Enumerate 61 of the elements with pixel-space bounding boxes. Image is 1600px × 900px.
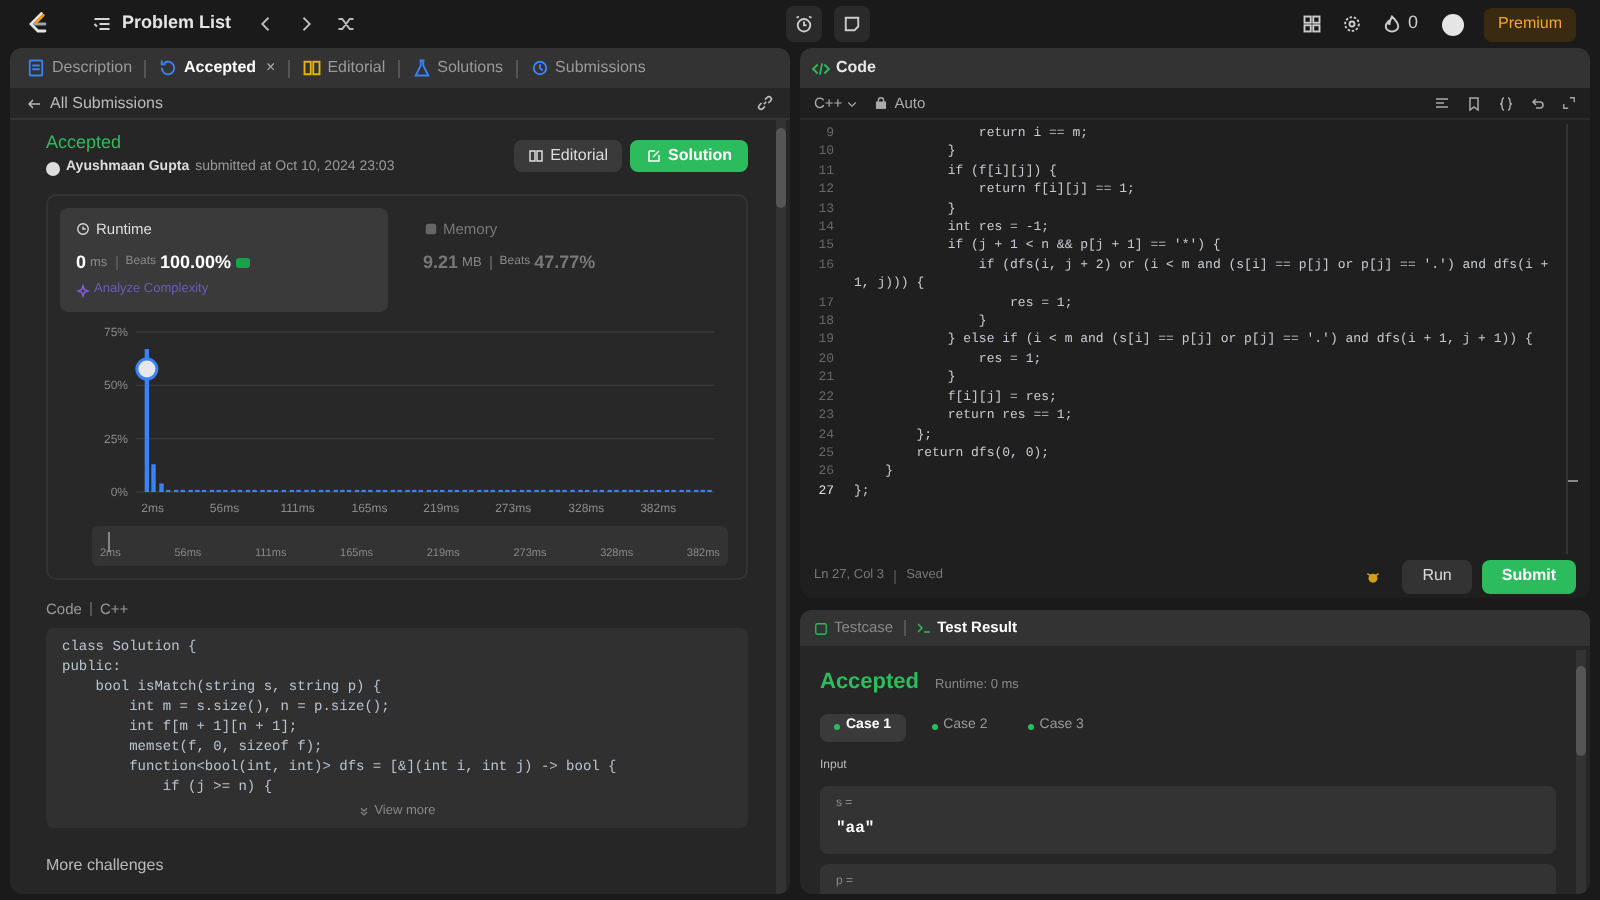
- scrollbar[interactable]: [1566, 124, 1578, 554]
- sparkle-icon: [76, 283, 90, 298]
- status-dot: [834, 724, 840, 730]
- input-value: "aa": [836, 817, 877, 841]
- align-icon: [1434, 95, 1450, 111]
- stat-value: 0: [76, 249, 87, 276]
- range-handle[interactable]: [108, 531, 110, 551]
- beats-value: 100.00%: [160, 249, 232, 276]
- book-icon: [528, 148, 545, 164]
- tab[interactable]: Description: [22, 56, 137, 80]
- panel-title: Code: [836, 56, 876, 80]
- clock-icon: [76, 221, 90, 236]
- arrow-left-icon: [26, 95, 42, 111]
- status-dot: [931, 724, 938, 730]
- bookmark-icon: [1466, 95, 1482, 111]
- grid-icon: [1301, 14, 1322, 34]
- expand-icon: [1562, 96, 1576, 110]
- terminal-icon: [915, 620, 932, 636]
- lock-icon: [874, 96, 889, 110]
- result-status: Accepted: [820, 668, 920, 698]
- stat-value: 9.21: [423, 249, 459, 276]
- chevrons-down-icon: [358, 805, 371, 818]
- premium-button[interactable]: Premium: [1484, 7, 1577, 41]
- flame-icon: [1381, 14, 1402, 34]
- note-icon: [842, 14, 863, 34]
- link-icon: [756, 94, 774, 112]
- all-submissions-link[interactable]: All Submissions: [50, 91, 163, 115]
- code-brackets-icon: [812, 59, 830, 77]
- braces-icon: [1498, 95, 1514, 111]
- tab[interactable]: Accepted ×: [154, 56, 280, 80]
- avatar[interactable]: [1442, 13, 1464, 35]
- tab[interactable]: Editorial: [297, 56, 390, 80]
- user-avatar: [46, 161, 60, 176]
- badge-icon: [235, 258, 250, 268]
- close-tab-button[interactable]: ×: [266, 56, 276, 80]
- status-dot: [1027, 724, 1034, 730]
- tab[interactable]: Solutions: [407, 56, 508, 80]
- tab[interactable]: Submissions: [525, 56, 650, 80]
- checkbox-icon: [814, 621, 828, 635]
- run-button[interactable]: Run: [1402, 559, 1472, 593]
- scrollbar[interactable]: [1576, 650, 1586, 894]
- chip-icon: [423, 221, 437, 236]
- settings-icon: [1341, 14, 1362, 34]
- undo-icon: [1530, 95, 1546, 111]
- streak-count: 0: [1407, 10, 1418, 37]
- logo-icon[interactable]: [24, 10, 52, 38]
- edit-icon: [646, 148, 662, 164]
- chevron-down-icon: [846, 97, 859, 109]
- status-text: Accepted: [46, 132, 124, 154]
- alarm-clock-icon: [794, 14, 815, 34]
- shuffle-icon: [335, 14, 356, 34]
- problem-list-link[interactable]: Problem List: [122, 10, 232, 38]
- bug-icon[interactable]: [1364, 567, 1383, 585]
- chart-marker[interactable]: [135, 356, 159, 380]
- scrollbar[interactable]: [776, 120, 786, 894]
- notes-button[interactable]: [834, 6, 871, 42]
- beats-value: 47.77%: [534, 249, 596, 276]
- timer-button[interactable]: [786, 6, 823, 42]
- more-challenges-heading: More challenges: [46, 853, 166, 877]
- editorial-button[interactable]: Editorial: [514, 140, 622, 172]
- list-icon: [92, 14, 112, 34]
